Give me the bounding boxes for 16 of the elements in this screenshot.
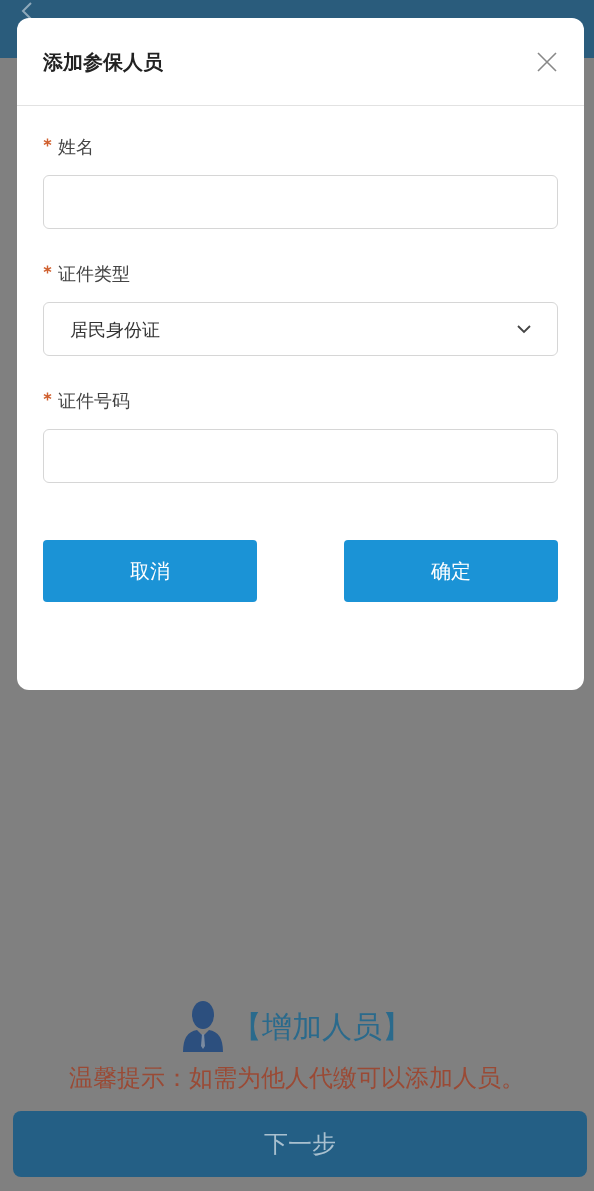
cancel-button[interactable]: 取消 <box>43 540 257 602</box>
input-field[interactable] <box>43 175 558 229</box>
chevron-down-icon <box>517 324 531 334</box>
tip-text: 温馨提示：如需为他人代缴可以添加人员。 <box>69 1063 525 1094</box>
back-icon[interactable] <box>20 1 34 21</box>
field-label: 姓名 <box>58 134 94 159</box>
field-label: 证件类型 <box>58 261 130 286</box>
field-label: 证件号码 <box>58 388 130 413</box>
person-icon[interactable] <box>182 1000 224 1052</box>
dialog-title: 添加参保人员 <box>43 48 163 76</box>
next-button[interactable]: 下一步 <box>13 1111 587 1177</box>
confirm-button[interactable]: 确定 <box>344 540 558 602</box>
input-field[interactable] <box>43 429 558 483</box>
select-value: 居民身份证 <box>70 317 160 342</box>
close-icon[interactable] <box>536 50 558 73</box>
id-type-select[interactable]: 居民身份证 <box>43 302 558 356</box>
